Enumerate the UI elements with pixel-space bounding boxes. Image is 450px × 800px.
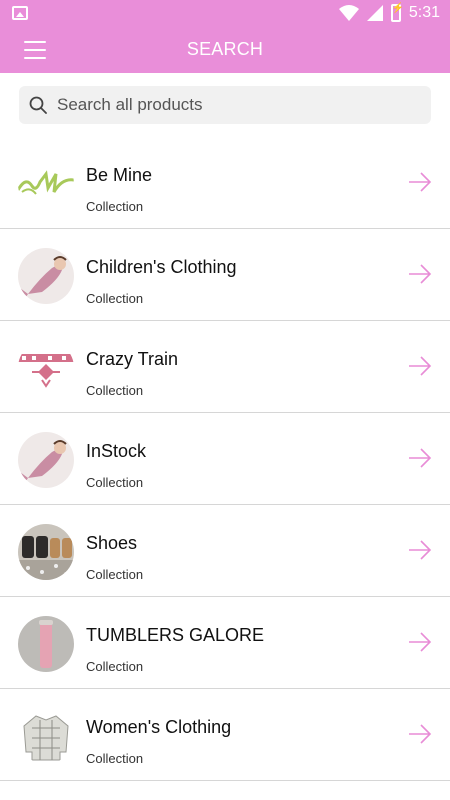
item-type: Collection	[86, 291, 144, 306]
item-name: Crazy Train	[86, 349, 179, 369]
item-type: Collection	[86, 383, 144, 398]
list-item[interactable]: Crazy Train Collection	[0, 321, 450, 413]
arrow-right-icon[interactable]	[408, 538, 432, 562]
plaid-shirt-thumbnail	[18, 708, 74, 764]
be-mine-logo-thumbnail	[18, 156, 74, 212]
list-item[interactable]: TUMBLERS GALORE Collection	[0, 597, 450, 689]
list-item[interactable]: Be Mine Collection	[0, 137, 450, 229]
crazy-train-logo-thumbnail	[18, 340, 74, 396]
item-type: Collection	[86, 751, 144, 766]
item-type: Collection	[86, 475, 144, 490]
item-name: Shoes	[86, 533, 138, 553]
status-time: 5:31	[408, 4, 440, 21]
mermaid-blanket-thumbnail	[18, 432, 74, 488]
arrow-right-icon[interactable]	[408, 354, 432, 378]
battery-icon	[390, 3, 404, 22]
search-bar[interactable]	[19, 86, 431, 124]
shoes-thumbnail	[18, 524, 74, 580]
page-title: SEARCH	[186, 39, 264, 59]
list-item[interactable]: Children's Clothing Collection	[0, 229, 450, 321]
list-item[interactable]: InStock Collection	[0, 413, 450, 505]
cellular-signal-icon	[366, 5, 383, 21]
status-icons: 5:31	[338, 3, 440, 22]
item-type: Collection	[86, 659, 144, 674]
arrow-right-icon[interactable]	[408, 722, 432, 746]
search-icon	[29, 96, 47, 114]
arrow-right-icon[interactable]	[408, 446, 432, 470]
arrow-right-icon[interactable]	[408, 170, 432, 194]
pink-tumbler-thumbnail	[18, 616, 74, 672]
arrow-right-icon[interactable]	[408, 262, 432, 286]
list-item[interactable]: Shoes Collection	[0, 505, 450, 597]
image-notification-icon	[12, 6, 28, 20]
collection-list: Be Mine Collection Children's Clothing C…	[0, 137, 450, 781]
status-bar: 5:31	[0, 0, 450, 28]
app-bar: SEARCH	[0, 28, 450, 73]
item-name: TUMBLERS GALORE	[86, 625, 265, 645]
search-input[interactable]	[55, 94, 399, 116]
wifi-icon	[338, 5, 359, 21]
item-type: Collection	[86, 567, 144, 582]
item-name: Women's Clothing	[86, 717, 232, 737]
item-type: Collection	[86, 199, 144, 214]
list-item[interactable]: Women's Clothing Collection	[0, 689, 450, 781]
item-name: Children's Clothing	[86, 257, 237, 277]
arrow-right-icon[interactable]	[408, 630, 432, 654]
item-name: InStock	[86, 441, 147, 461]
mermaid-blanket-thumbnail	[18, 248, 74, 304]
item-name: Be Mine	[86, 165, 153, 185]
